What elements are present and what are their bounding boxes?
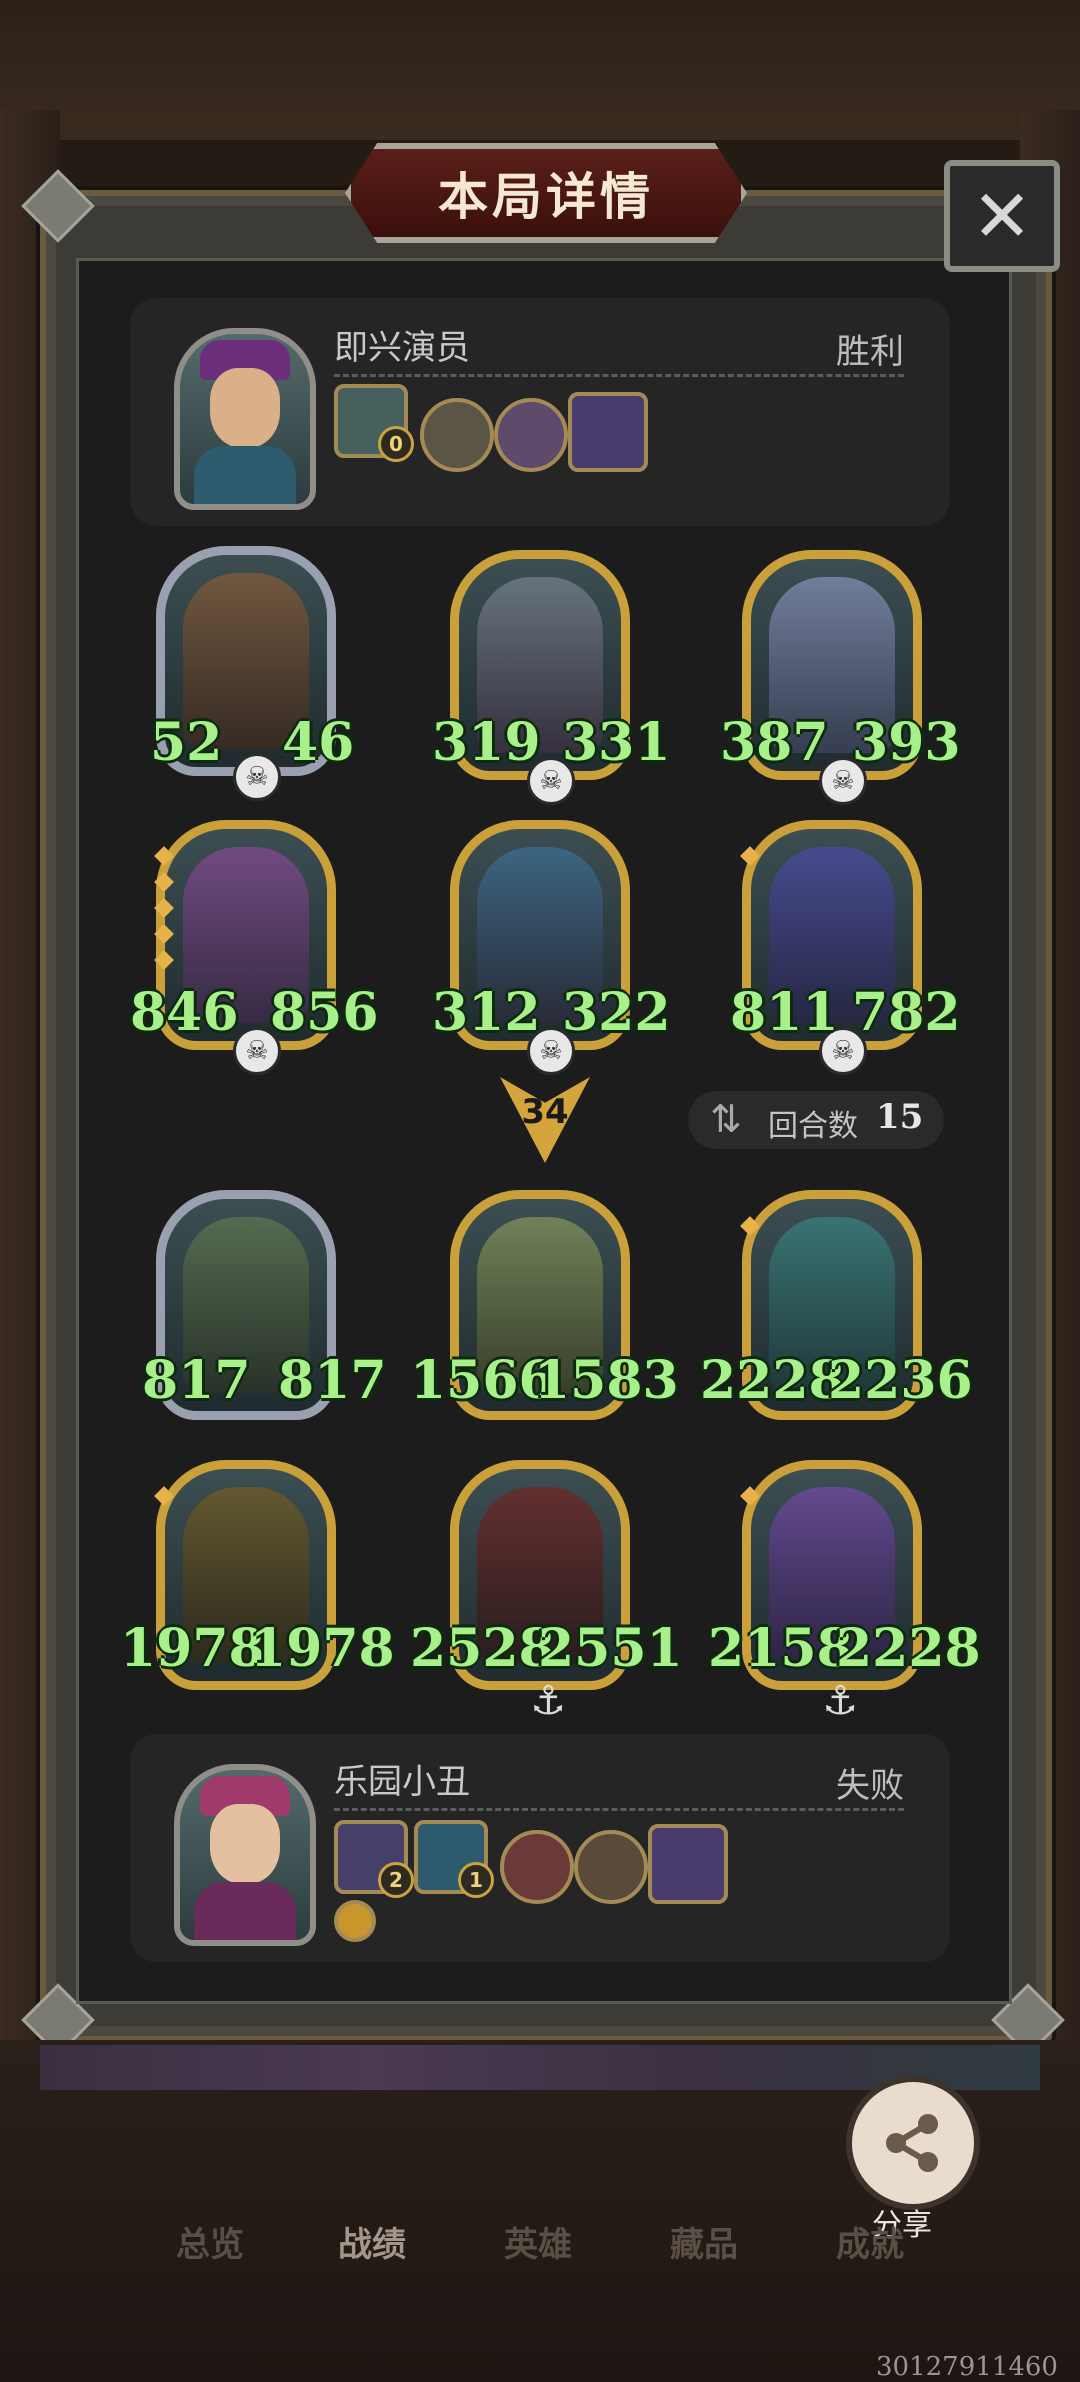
item-icon[interactable]: 0 [334, 384, 414, 462]
minion-attack: 312 [432, 982, 541, 1043]
tab-heroes[interactable]: 英雄 [504, 2217, 572, 2266]
minion-attack: 846 [130, 982, 239, 1043]
minion-attack: 52 [150, 712, 223, 773]
tier-number: 34 [521, 1092, 569, 1132]
item-icon[interactable] [500, 1830, 574, 1904]
divider [334, 374, 904, 377]
item-icon[interactable] [574, 1830, 648, 1904]
share-icon [886, 2114, 938, 2172]
divider [334, 1808, 904, 1811]
minion-attack: 319 [432, 712, 541, 773]
user-id: 30127911460 [876, 2352, 1058, 2382]
minion-health: 2228 [836, 1618, 981, 1679]
player-name: 即兴演员 [334, 328, 470, 368]
anchor-icon: ⚓ [530, 1678, 566, 1724]
minion-attack: 1978 [120, 1618, 265, 1679]
close-icon: ✕ [971, 174, 1033, 258]
item-icon[interactable] [494, 398, 568, 472]
tab-overview[interactable]: 总览 [176, 2217, 244, 2266]
minion-attack: 2158 [708, 1618, 853, 1679]
refresh-icon: ⇅ [710, 1097, 742, 1141]
tab-collection[interactable]: 藏品 [670, 2217, 738, 2266]
coin-icon [334, 1900, 376, 1942]
match-result: 胜利 [836, 332, 904, 372]
background-top [0, 0, 1080, 140]
minion-health: 2236 [828, 1350, 973, 1411]
minion-attack: 387 [720, 712, 829, 773]
player-avatar[interactable] [174, 1764, 316, 1946]
share-button[interactable] [846, 2076, 980, 2210]
minion-health: 782 [852, 982, 961, 1043]
minion-health: 856 [270, 982, 379, 1043]
anchor-icon: ⚓ [822, 1678, 858, 1724]
player-name: 乐园小丑 [334, 1762, 470, 1802]
item-icon[interactable] [420, 398, 494, 472]
item-icon[interactable]: 2 [334, 1820, 414, 1898]
match-result: 失败 [836, 1766, 904, 1806]
turn-value: 15 [876, 1097, 924, 1137]
item-level-badge: 0 [378, 426, 414, 462]
turn-label: 回合数 [768, 1109, 858, 1144]
dialog-title: 本局详情 [438, 168, 654, 226]
close-button[interactable]: ✕ [944, 160, 1060, 272]
minion-attack: 817 [142, 1350, 251, 1411]
minion-health: 2551 [538, 1618, 683, 1679]
minion-health: 1978 [250, 1618, 395, 1679]
player-panel-winner: 即兴演员 胜利 0 [130, 298, 950, 526]
turn-counter: ⇅ 回合数 15 [688, 1091, 944, 1149]
minion-health: 1583 [534, 1350, 679, 1411]
minion-attack: 2528 [410, 1618, 555, 1679]
item-icon[interactable] [648, 1824, 728, 1904]
minion-health: 393 [852, 712, 961, 773]
minion-health: 331 [562, 712, 671, 773]
skull-icon: ☠ [233, 753, 281, 801]
tab-record[interactable]: 战绩 [338, 2217, 406, 2266]
minion-health: 817 [278, 1350, 387, 1411]
item-icon[interactable] [568, 392, 648, 472]
minion-attack: 2228 [700, 1350, 845, 1411]
item-icon[interactable]: 1 [414, 1820, 494, 1898]
title-plate: 本局详情 [345, 143, 747, 243]
minion-attack: 811 [730, 982, 839, 1043]
player-avatar[interactable] [174, 328, 316, 510]
minion-health: 46 [282, 712, 355, 773]
tab-achievements[interactable]: 成就 [836, 2217, 904, 2266]
item-level-badge: 1 [458, 1862, 494, 1898]
item-level-badge: 2 [378, 1862, 414, 1898]
minion-health: 322 [562, 982, 671, 1043]
player-panel-loser: 乐园小丑 失败 2 1 [130, 1734, 950, 1962]
